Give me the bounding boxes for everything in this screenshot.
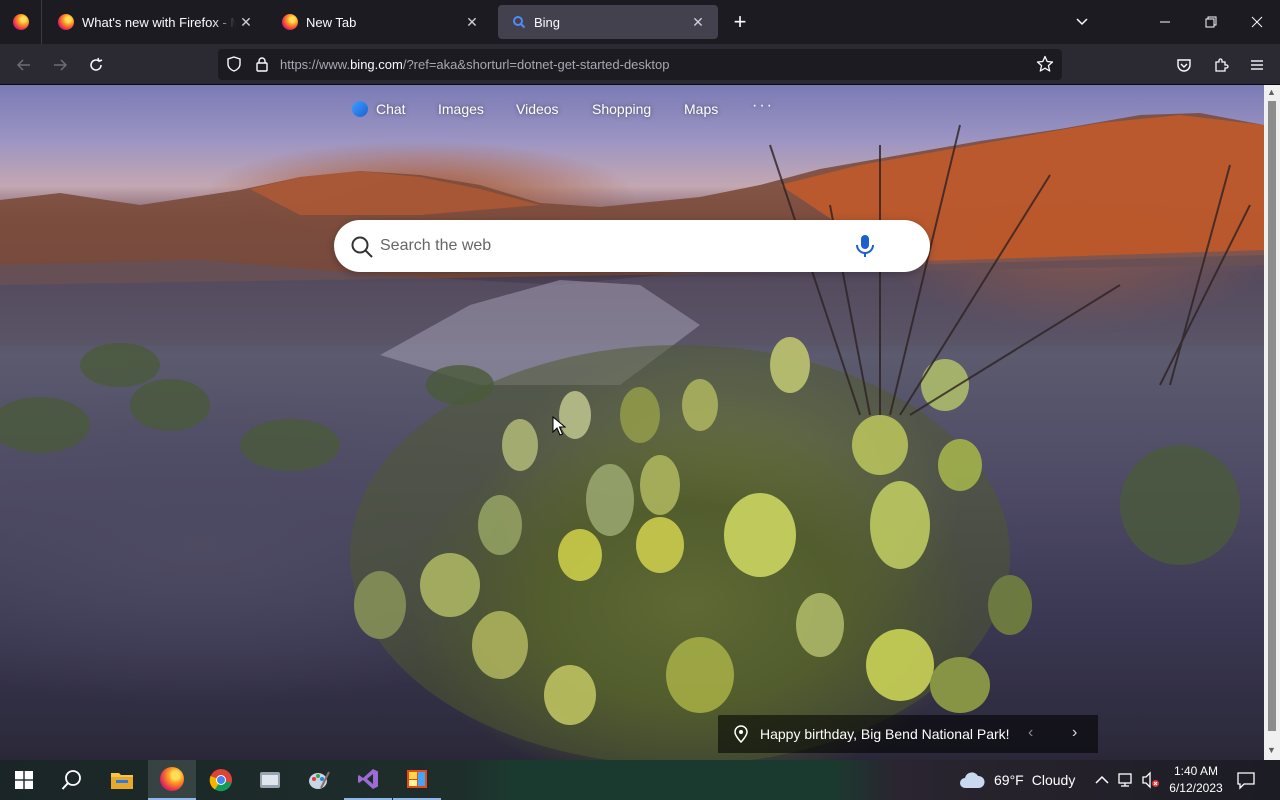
new-tab-button[interactable]: + [726,8,754,36]
tab-title: Bing [534,14,561,30]
next-image-button[interactable]: › [1072,724,1077,742]
microphone-icon[interactable] [854,233,876,259]
back-button[interactable] [9,50,39,80]
url-host: bing.com [350,57,403,72]
star-icon[interactable] [1036,55,1054,73]
minimize-button[interactable] [1142,0,1188,44]
chat-icon [352,101,368,117]
reload-button[interactable] [81,50,111,80]
search-icon [351,236,373,258]
image-caption-bar[interactable]: Happy birthday, Big Bend National Park! … [718,715,1098,753]
app-icon[interactable] [246,760,294,800]
nav-chat-label: Chat [376,101,406,117]
notification-icon[interactable] [1236,770,1256,790]
weather-temperature: 69°F [994,772,1024,788]
close-icon[interactable]: ✕ [688,12,708,32]
tab-title: New Tab [306,14,357,30]
more-options-icon[interactable]: ··· [752,97,774,115]
app-icon[interactable] [393,760,441,800]
vertical-scrollbar[interactable]: ▲ ▼ [1264,85,1280,760]
weather-condition: Cloudy [1031,772,1076,788]
restore-button[interactable] [1188,0,1234,44]
window-close-button[interactable] [1234,0,1280,44]
clock-time: 1:40 AM [1173,764,1219,778]
chevron-down-icon[interactable] [1068,8,1096,36]
firefox-icon [282,14,298,30]
firefox-logo [160,767,184,791]
scroll-down-icon[interactable]: ▼ [1267,745,1276,755]
chevron-up-icon[interactable] [1094,771,1110,789]
network-icon[interactable] [1117,771,1137,789]
tab-bing[interactable]: Bing ✕ [498,5,718,39]
extensions-icon[interactable] [1206,50,1236,80]
image-caption[interactable]: Happy birthday, Big Bend National Park! [760,726,1010,742]
firefox-icon [58,14,74,30]
start-icon[interactable] [0,760,48,800]
previous-image-button[interactable]: ‹ [1028,724,1033,742]
location-pin-icon [734,725,748,743]
file-explorer-icon[interactable] [98,760,146,800]
tab-strip: What's new with Firefox - More ✕ New Tab… [0,0,1280,44]
pocket-icon[interactable] [1169,50,1199,80]
close-icon[interactable]: ✕ [462,12,482,32]
search-box[interactable] [334,220,930,272]
close-icon[interactable]: ✕ [236,12,256,32]
scroll-up-icon[interactable]: ▲ [1267,87,1276,97]
tab-title: What's new with Firefox - More [82,14,236,30]
search-input[interactable] [380,228,840,264]
mouse-cursor-icon [552,416,566,436]
tab-whats-new[interactable]: What's new with Firefox - More ✕ [44,0,266,44]
firefox-icon[interactable] [148,760,196,800]
url-prefix: https://www. [280,57,351,72]
nav-shopping[interactable]: Shopping [592,101,651,117]
cloud-icon [960,772,985,788]
bing-homepage: Chat Images Videos Shopping Maps ··· Hap… [0,85,1264,760]
clock-date: 6/12/2023 [1169,781,1223,795]
address-bar[interactable]: https://www.bing.com/?ref=aka&shorturl=d… [218,49,1062,80]
firefox-view-button[interactable] [0,0,42,44]
firefox-icon [12,14,29,30]
scrollbar-thumb[interactable] [1268,101,1276,731]
url-text[interactable]: https://www.bing.com/?ref=aka&shorturl=d… [280,57,669,72]
chrome-icon[interactable] [197,760,245,800]
forward-button[interactable] [45,50,75,80]
paint-icon[interactable] [295,760,343,800]
lock-icon[interactable] [254,56,270,72]
search-icon[interactable] [48,760,96,800]
visual-studio-icon[interactable] [344,760,392,800]
tab-new-tab[interactable]: New Tab ✕ [268,0,492,44]
system-clock[interactable]: 1:40 AM 6/12/2023 [1166,763,1226,797]
volume-muted-icon[interactable] [1141,771,1161,789]
url-path: /?ref=aka&shorturl=dotnet-get-started-de… [402,57,670,72]
nav-chat[interactable]: Chat [352,101,406,117]
windows-taskbar: 69°F Cloudy 1:40 AM 6/12/2023 [0,760,1280,800]
bing-icon [513,16,526,29]
navigation-toolbar: https://www.bing.com/?ref=aka&shorturl=d… [0,44,1280,85]
nav-maps[interactable]: Maps [684,101,718,117]
weather-widget[interactable]: 69°F Cloudy [958,760,1075,800]
nav-videos[interactable]: Videos [516,101,559,117]
nav-images[interactable]: Images [438,101,484,117]
background-image [0,113,1264,760]
shield-icon[interactable] [226,56,242,72]
hamburger-menu-icon[interactable] [1242,50,1272,80]
